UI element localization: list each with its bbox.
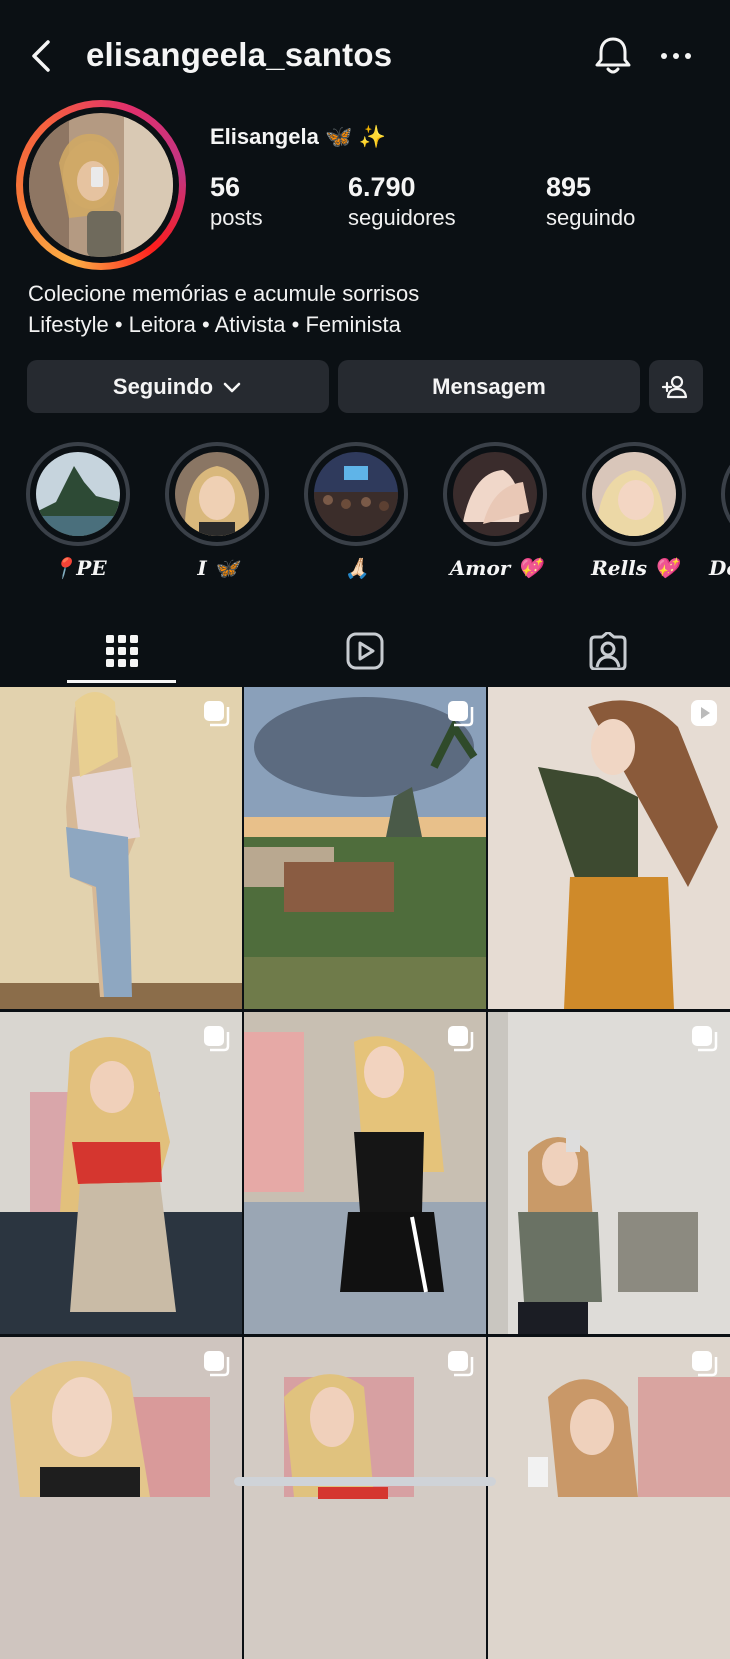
reels-icon (346, 632, 383, 670)
carousel-icon (692, 1026, 718, 1052)
highlight-label: I 🦋 (197, 556, 239, 580)
carousel-icon (448, 1351, 474, 1377)
back-arrow-icon[interactable] (24, 36, 60, 76)
following-button-label: Seguindo (112, 373, 214, 399)
bio-line: Lifestyle • Leitora • Ativista • Feminis… (28, 312, 401, 337)
more-options-icon[interactable] (658, 42, 694, 70)
followers-stat[interactable]: 6.790 seguidores (348, 170, 456, 232)
bio: Colecione memórias e acumule sorrisos Li… (28, 278, 419, 340)
highlight-cover (453, 452, 537, 536)
highlight-cover (36, 452, 120, 536)
profile-avatar[interactable] (16, 100, 186, 270)
carousel-icon (448, 701, 474, 727)
chevron-down-icon (223, 382, 241, 392)
bell-icon[interactable] (592, 34, 634, 78)
highlight-cover (314, 452, 398, 536)
suggest-people-button[interactable] (649, 360, 703, 413)
profile-username: elisangeela_santos (86, 36, 393, 73)
highlight-cover (175, 452, 259, 536)
post-thumbnail[interactable] (488, 1337, 730, 1659)
reel-play-icon (691, 700, 717, 726)
post-thumbnail[interactable] (0, 687, 242, 1009)
highlight-label: 📍PE (51, 556, 107, 580)
tab-tagged[interactable] (553, 616, 662, 686)
home-indicator[interactable] (234, 1477, 496, 1486)
message-button[interactable]: Mensagem (338, 360, 640, 413)
highlight-cover (592, 452, 676, 536)
highlight-i[interactable]: I 🦋 (163, 442, 273, 580)
carousel-icon (204, 701, 230, 727)
highlight-pray[interactable]: 🙏🏻 (302, 442, 412, 580)
profile-tabs (0, 616, 730, 686)
post-thumbnail[interactable] (488, 1012, 730, 1334)
following-count: 895 (546, 172, 592, 202)
tagged-icon (589, 632, 626, 670)
top-bar: elisangeela_santos (0, 0, 730, 112)
carousel-icon (204, 1026, 230, 1052)
post-thumbnail[interactable] (244, 1337, 486, 1659)
post-thumbnail[interactable] (0, 1337, 242, 1659)
highlight-label: Amor 💖 (449, 556, 543, 580)
followers-count: 6.790 (348, 172, 416, 202)
posts-stat[interactable]: 56 posts (210, 170, 263, 232)
carousel-icon (692, 1351, 718, 1377)
post-thumbnail[interactable] (244, 1012, 486, 1334)
carousel-icon (204, 1351, 230, 1377)
display-name: Elisangela 🦋 ✨ (210, 124, 386, 149)
followers-label: seguidores (348, 205, 456, 230)
highlight-label: 🙏🏻 (344, 556, 370, 580)
avatar-photo (29, 113, 173, 257)
highlight-partial[interactable]: Do (709, 442, 730, 580)
posts-label: posts (210, 205, 263, 230)
highlight-amor[interactable]: Amor 💖 (441, 442, 551, 580)
post-thumbnail[interactable] (488, 687, 730, 1009)
active-tab-indicator (67, 680, 176, 683)
story-highlights: 📍PE I 🦋 🙏🏻 Amor 💖 Rells 💖 Do (0, 442, 730, 592)
highlight-pe[interactable]: 📍PE (24, 442, 134, 580)
highlight-label: Rells 💖 (591, 556, 679, 580)
following-label: seguindo (546, 205, 636, 230)
bio-line: Colecione memórias e acumule sorrisos (28, 281, 420, 306)
grid-icon (105, 635, 138, 667)
following-stat[interactable]: 895 seguindo (546, 170, 635, 232)
post-thumbnail[interactable] (0, 1012, 242, 1334)
highlight-rells[interactable]: Rells 💖 (580, 442, 690, 580)
add-person-icon (661, 375, 688, 398)
message-button-label: Mensagem (432, 373, 546, 399)
tab-posts-grid[interactable] (67, 616, 176, 686)
following-button[interactable]: Seguindo (27, 360, 329, 413)
posts-count: 56 (210, 172, 241, 202)
tab-reels[interactable] (310, 616, 419, 686)
post-thumbnail[interactable] (244, 687, 486, 1009)
carousel-icon (448, 1026, 474, 1052)
highlight-label: Do (709, 556, 730, 580)
